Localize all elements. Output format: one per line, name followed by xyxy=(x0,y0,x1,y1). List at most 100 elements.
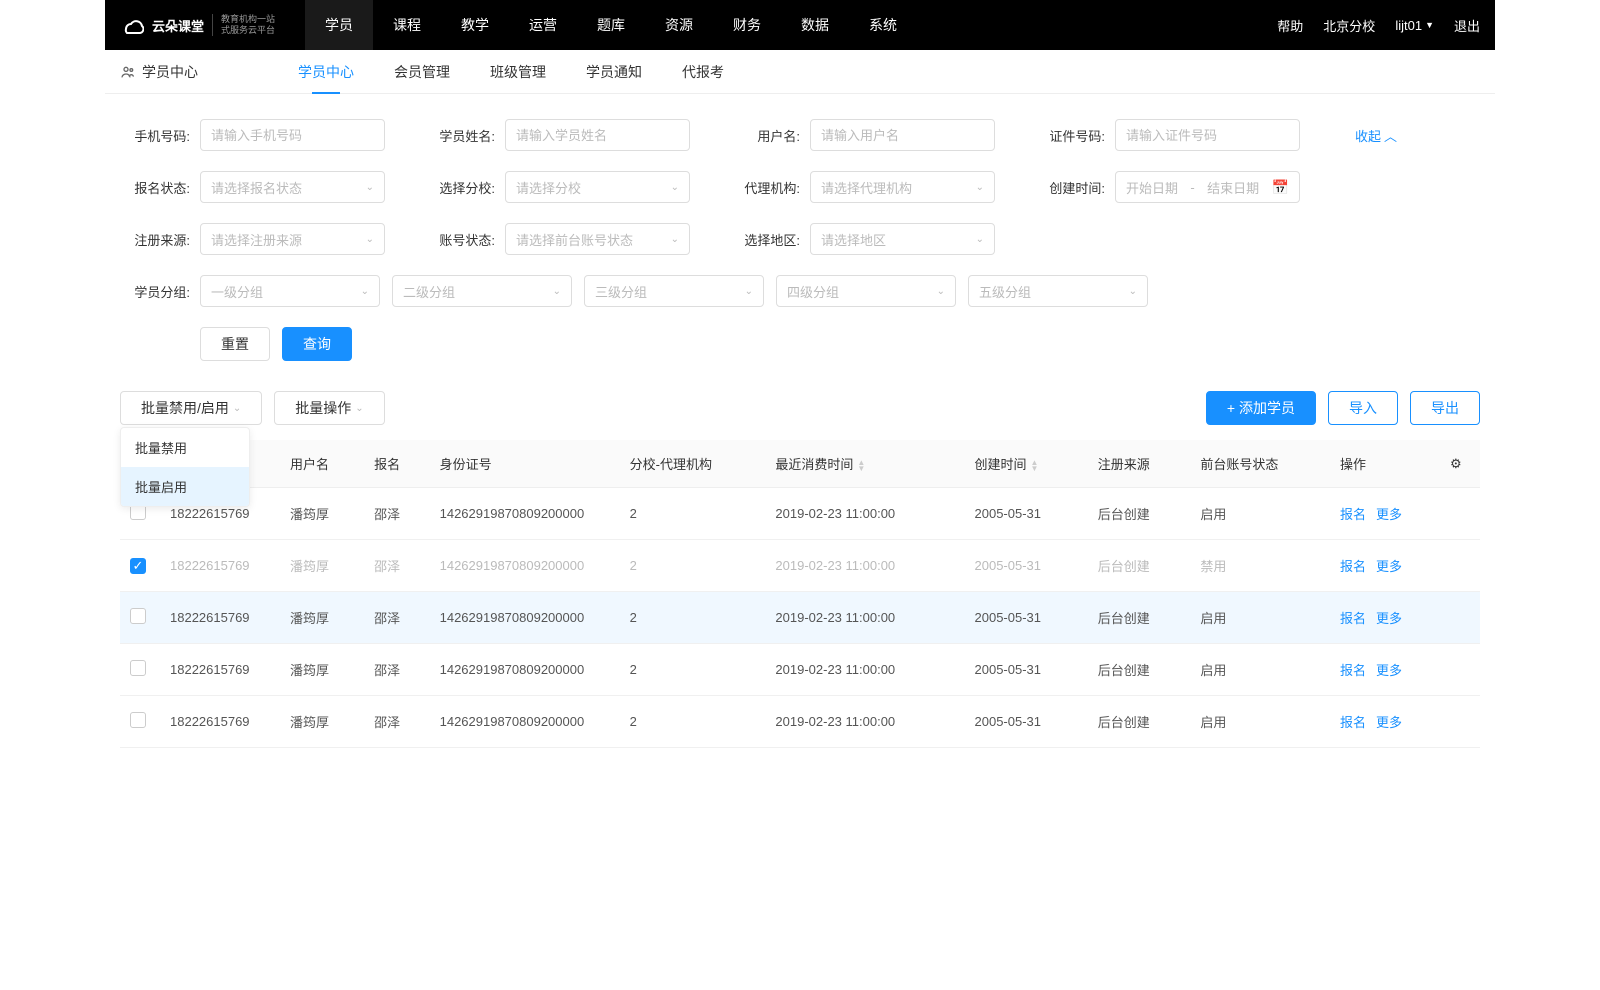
cell-enroll: 邵泽 xyxy=(364,488,430,540)
group-select[interactable]: 二级分组⌄ xyxy=(392,275,572,307)
cloud-icon xyxy=(120,13,144,37)
row-more-link[interactable]: 更多 xyxy=(1376,559,1402,574)
collapse-toggle[interactable]: 收起 ︿ xyxy=(1355,126,1397,145)
cell-username: 潘筠厚 xyxy=(280,488,364,540)
subnav-title: 学员中心 xyxy=(120,62,198,82)
topnav-item[interactable]: 教学 xyxy=(441,0,509,50)
cell-idnum: 14262919870809200000 xyxy=(430,592,620,644)
subnav-item[interactable]: 学员通知 xyxy=(586,50,642,94)
row-enroll-link[interactable]: 报名 xyxy=(1340,715,1366,730)
row-checkbox[interactable] xyxy=(130,712,146,728)
name-input[interactable] xyxy=(505,119,690,151)
row-checkbox[interactable]: ✓ xyxy=(130,558,146,574)
chevron-down-icon: ⌄ xyxy=(937,286,945,297)
cell-enroll: 邵泽 xyxy=(364,644,430,696)
group-select[interactable]: 四级分组⌄ xyxy=(776,275,956,307)
idcard-input[interactable] xyxy=(1115,119,1300,151)
group-select[interactable]: 五级分组⌄ xyxy=(968,275,1148,307)
batch-ops-button[interactable]: 批量操作 ⌄ xyxy=(274,391,384,425)
phone-input[interactable] xyxy=(200,119,385,151)
filter-enroll-status: 报名状态: 请选择报名状态⌄ xyxy=(120,171,385,203)
cell-username: 潘筠厚 xyxy=(280,644,364,696)
logout-link[interactable]: 退出 xyxy=(1454,16,1480,35)
topnav-item[interactable]: 资源 xyxy=(645,0,713,50)
cell-idnum: 14262919870809200000 xyxy=(430,540,620,592)
cell-acct-status: 启用 xyxy=(1190,696,1330,748)
topnav-item[interactable]: 题库 xyxy=(577,0,645,50)
row-more-link[interactable]: 更多 xyxy=(1376,611,1402,626)
branch-link[interactable]: 北京分校 xyxy=(1323,16,1375,35)
chevron-down-icon: ⌄ xyxy=(361,286,369,297)
cell-reg-source: 后台创建 xyxy=(1088,540,1191,592)
filter-name: 学员姓名: xyxy=(425,119,690,151)
topnav-item[interactable]: 数据 xyxy=(781,0,849,50)
th-last-consume[interactable]: 最近消费时间▲▼ xyxy=(765,440,964,488)
batch-dropdown-menu: 批量禁用 批量启用 xyxy=(120,427,250,507)
topnav-item[interactable]: 课程 xyxy=(373,0,441,50)
subnav-item[interactable]: 代报考 xyxy=(682,50,724,94)
row-more-link[interactable]: 更多 xyxy=(1376,715,1402,730)
cell-phone: 18222615769 xyxy=(160,592,280,644)
row-enroll-link[interactable]: 报名 xyxy=(1340,611,1366,626)
region-select[interactable]: 请选择地区⌄ xyxy=(810,223,995,255)
chevron-down-icon: ⌄ xyxy=(671,234,679,245)
chevron-down-icon: ⌄ xyxy=(671,182,679,193)
cell-enroll: 邵泽 xyxy=(364,540,430,592)
logo-subtitle: 教育机构一站式服务云平台 xyxy=(212,14,275,36)
th-create-time[interactable]: 创建时间▲▼ xyxy=(965,440,1088,488)
cell-branch: 2 xyxy=(620,644,766,696)
import-button[interactable]: 导入 xyxy=(1328,391,1398,425)
agency-select[interactable]: 请选择代理机构⌄ xyxy=(810,171,995,203)
sort-icon: ▲▼ xyxy=(857,460,865,472)
group-select[interactable]: 一级分组⌄ xyxy=(200,275,380,307)
filters: 手机号码: 学员姓名: 用户名: 证件号码: 收起 ︿ 报名状态: 请选择报名状… xyxy=(105,94,1495,361)
th-branch: 分校-代理机构 xyxy=(620,440,766,488)
topnav-item[interactable]: 系统 xyxy=(849,0,917,50)
username-input[interactable] xyxy=(810,119,995,151)
table-row: 18222615769潘筠厚邵泽142629198708092000002201… xyxy=(120,592,1480,644)
row-more-link[interactable]: 更多 xyxy=(1376,507,1402,522)
subnav-item[interactable]: 班级管理 xyxy=(490,50,546,94)
row-more-link[interactable]: 更多 xyxy=(1376,663,1402,678)
cell-branch: 2 xyxy=(620,592,766,644)
subnav-item[interactable]: 会员管理 xyxy=(394,50,450,94)
filter-acct-status: 账号状态: 请选择前台账号状态⌄ xyxy=(425,223,690,255)
topnav-item[interactable]: 运营 xyxy=(509,0,577,50)
row-checkbox[interactable] xyxy=(130,660,146,676)
export-button[interactable]: 导出 xyxy=(1410,391,1480,425)
reset-button[interactable]: 重置 xyxy=(200,327,270,361)
dropdown-batch-enable[interactable]: 批量启用 xyxy=(121,467,249,506)
branch-select[interactable]: 请选择分校⌄ xyxy=(505,171,690,203)
dropdown-batch-disable[interactable]: 批量禁用 xyxy=(121,428,249,467)
batch-toggle-button[interactable]: 批量禁用/启用 ⌄ xyxy=(120,391,262,425)
user-menu[interactable]: lijt01▼ xyxy=(1395,18,1434,33)
group-select[interactable]: 三级分组⌄ xyxy=(584,275,764,307)
cell-acct-status: 禁用 xyxy=(1190,540,1330,592)
row-enroll-link[interactable]: 报名 xyxy=(1340,559,1366,574)
row-enroll-link[interactable]: 报名 xyxy=(1340,663,1366,678)
filter-idcard: 证件号码: xyxy=(1035,119,1300,151)
row-enroll-link[interactable]: 报名 xyxy=(1340,507,1366,522)
students-table: 用户名 报名 身份证号 分校-代理机构 最近消费时间▲▼ 创建时间▲▼ 注册来源… xyxy=(120,440,1480,748)
th-enroll: 报名 xyxy=(364,440,430,488)
gear-icon[interactable]: ⚙ xyxy=(1440,440,1480,488)
query-button[interactable]: 查询 xyxy=(282,327,352,361)
add-student-button[interactable]: + 添加学员 xyxy=(1206,391,1316,425)
cell-branch: 2 xyxy=(620,696,766,748)
row-checkbox[interactable] xyxy=(130,608,146,624)
cell-last-consume: 2019-02-23 11:00:00 xyxy=(765,696,964,748)
subnav-item[interactable]: 学员中心 xyxy=(298,50,354,94)
logo: 云朵课堂 教育机构一站式服务云平台 xyxy=(120,13,275,37)
enroll-status-select[interactable]: 请选择报名状态⌄ xyxy=(200,171,385,203)
chevron-down-icon: ⌄ xyxy=(976,182,984,193)
date-range-picker[interactable]: 开始日期 - 结束日期 📅 xyxy=(1115,171,1300,203)
topnav-item[interactable]: 学员 xyxy=(305,0,373,50)
reg-source-select[interactable]: 请选择注册来源⌄ xyxy=(200,223,385,255)
chevron-down-icon: ⌄ xyxy=(366,234,374,245)
sort-icon: ▲▼ xyxy=(1031,460,1039,472)
help-link[interactable]: 帮助 xyxy=(1277,16,1303,35)
cell-username: 潘筠厚 xyxy=(280,696,364,748)
filter-branch: 选择分校: 请选择分校⌄ xyxy=(425,171,690,203)
topnav-item[interactable]: 财务 xyxy=(713,0,781,50)
acct-status-select[interactable]: 请选择前台账号状态⌄ xyxy=(505,223,690,255)
